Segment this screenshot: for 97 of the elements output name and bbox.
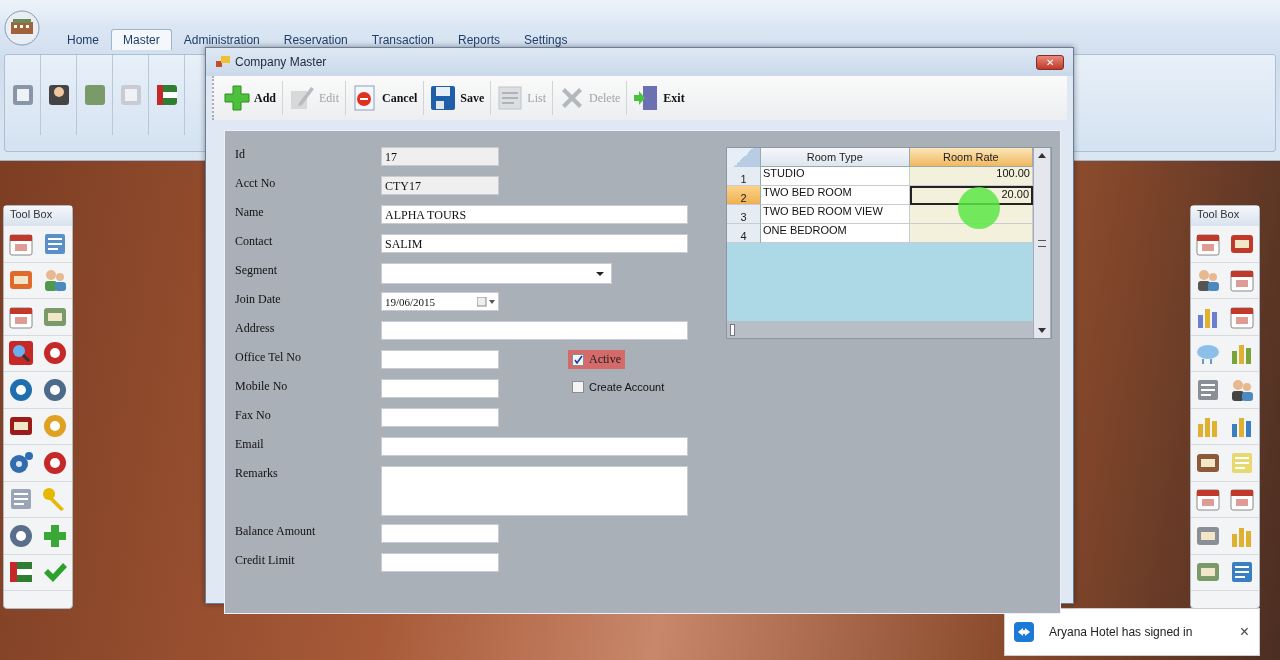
calendar-icon [477, 296, 495, 307]
field-label: Acct No [235, 176, 277, 192]
input-field[interactable] [381, 524, 499, 543]
field-label: Office Tel No [235, 350, 303, 366]
plus-icon [224, 85, 250, 111]
input-field[interactable] [381, 553, 499, 572]
table-cell: STUDIO [761, 167, 910, 186]
delete-x-icon [562, 88, 582, 108]
list-icon [498, 86, 522, 110]
flag-icon [10, 562, 32, 583]
ribbon-tab[interactable]: Transaction [359, 29, 446, 50]
cloud-icon [1197, 345, 1219, 365]
notification-message: Aryana Hotel has signed in [1049, 625, 1193, 639]
ribbon-tab[interactable]: Administration [171, 29, 272, 50]
field-label: Email [235, 437, 265, 453]
gear-icon [10, 451, 33, 473]
field-label: Balance Amount [235, 524, 317, 540]
field-label: Mobile No [235, 379, 289, 395]
column-header[interactable]: Room Type [760, 148, 910, 167]
remote-control-icon [1013, 621, 1035, 643]
checkmark-icon [573, 355, 583, 364]
field-label: Contact [235, 234, 274, 250]
input-field[interactable]: 17 [381, 147, 499, 166]
table-cell[interactable]: 100.00 [910, 167, 1033, 186]
table-cell[interactable] [910, 224, 1033, 243]
vertical-scrollbar[interactable] [1033, 148, 1050, 338]
row-header[interactable]: 4 [727, 224, 761, 243]
calendar-icon [9, 234, 33, 256]
notepad-icon [1232, 452, 1252, 473]
people-icon [45, 270, 66, 292]
checkbox[interactable]: Active [568, 350, 625, 369]
ribbon-tab[interactable]: Reservation [271, 29, 360, 50]
close-button[interactable]: ✕ [1036, 54, 1064, 70]
field-label: Segment [235, 263, 278, 279]
toolbar-button[interactable]: Save [424, 78, 491, 118]
input-field[interactable]: CTY17 [381, 176, 499, 195]
row-header[interactable]: 3 [727, 205, 761, 224]
dropdown-arrow-icon [596, 271, 604, 276]
table-cell: TWO BED ROOM [761, 186, 910, 205]
close-button[interactable]: × [1237, 623, 1251, 641]
field-label: Join Date [235, 292, 282, 308]
calendar-chart-icon [1230, 270, 1254, 292]
ribbon-tab[interactable]: Master [111, 29, 172, 50]
flag-icon [156, 85, 177, 105]
calendar-chart-icon [1230, 489, 1254, 511]
person-icon [1232, 379, 1253, 401]
row-header[interactable]: 2 [727, 186, 761, 205]
table-cell: ONE BEDROOM [761, 224, 910, 243]
field-label: Name [235, 205, 265, 221]
coins-icon [1232, 527, 1251, 547]
input-field[interactable] [381, 437, 688, 456]
field-label: Address [235, 321, 276, 337]
input-field[interactable] [381, 408, 499, 427]
field-label: Credit Limit [235, 553, 296, 569]
toolbar-button[interactable]: Cancel [346, 78, 424, 118]
field-label: Remarks [235, 466, 279, 482]
app-logo-icon[interactable] [4, 10, 40, 46]
field-label: Fax No [235, 408, 272, 424]
checkbox[interactable]: Create Account [568, 379, 669, 395]
coins-icon [1232, 345, 1251, 365]
input-field[interactable] [381, 321, 688, 340]
plus-icon [44, 524, 66, 547]
checkmark-icon [44, 563, 67, 583]
date-picker-field[interactable]: 19/06/2015 [381, 292, 499, 311]
ribbon-tab[interactable]: Settings [512, 29, 580, 50]
document-search-icon [45, 233, 65, 254]
column-header[interactable]: Room Rate [909, 148, 1033, 167]
calendar-icon [1196, 489, 1220, 511]
input-field[interactable]: ALPHA TOURS [381, 205, 688, 224]
dropdown-field[interactable] [381, 263, 612, 284]
calendar-chart-icon [1230, 307, 1254, 329]
field-label: Id [235, 147, 246, 163]
input-field[interactable]: SALIM [381, 234, 688, 253]
calendar-icon [1196, 234, 1220, 256]
search-icon [9, 341, 33, 366]
door-exit-icon [634, 86, 658, 110]
toolbox-title: Tool Box [1191, 206, 1259, 226]
toolbar-button[interactable]: Add [218, 78, 282, 118]
window-icon [216, 56, 230, 68]
grid-corner [727, 148, 761, 167]
toolbox-title: Tool Box [4, 206, 72, 226]
person-icon [48, 85, 69, 105]
stop-icon [354, 85, 375, 111]
key-icon [43, 488, 64, 512]
coins-icon [1198, 418, 1217, 438]
calendar-icon [9, 307, 33, 329]
bar-chart-icon [1198, 308, 1217, 328]
ribbon-tab[interactable]: Home [55, 29, 111, 50]
toolbar-button[interactable]: Exit [627, 78, 691, 118]
row-header[interactable]: 1 [727, 167, 761, 186]
pencil-icon [291, 87, 314, 109]
scrollbar-thumb[interactable] [730, 323, 735, 336]
ribbon-tab[interactable]: Reports [446, 29, 513, 50]
table-cell: TWO BED ROOM VIEW [761, 205, 910, 224]
window-title: Company Master [235, 55, 327, 69]
input-field[interactable] [381, 350, 499, 369]
input-field[interactable] [381, 379, 499, 398]
